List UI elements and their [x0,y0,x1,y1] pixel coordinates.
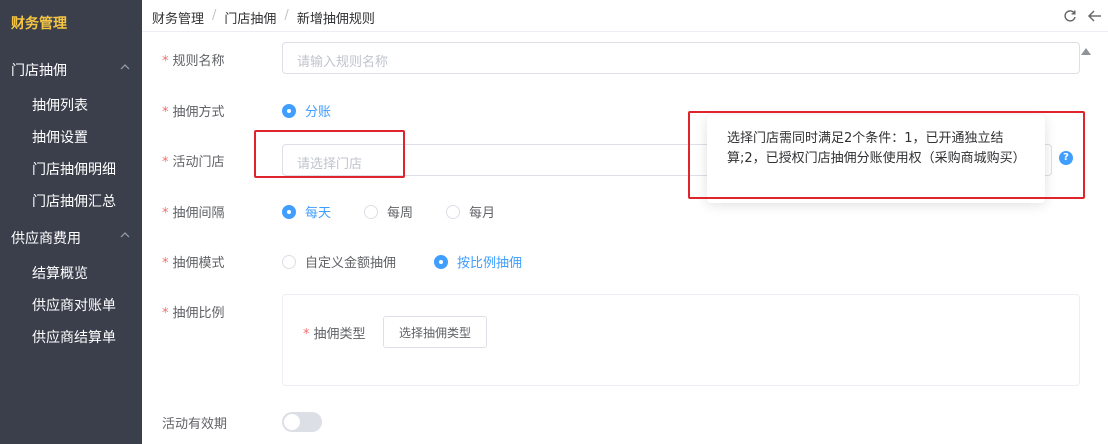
radio-dot [282,254,296,269]
sidebar-item-label: 抽佣列表 [32,98,88,114]
ratio-subform: * 抽佣类型 选择抽佣类型 [282,294,1080,386]
chevron-up-icon [120,64,130,70]
sidebar-item-store-commission-summary[interactable]: 门店抽佣汇总 [0,184,142,216]
sidebar-group-store-commission[interactable]: 门店抽佣 [0,52,142,86]
sidebar-item-supplier-settlement[interactable]: 供应商结算单 [0,320,142,352]
app-root: 财务管理 门店抽佣 抽佣列表 抽佣设置 门店抽佣明细 门店抽佣汇总 供应商费用 … [0,0,1108,444]
sidebar-item-settlement-overview[interactable]: 结算概览 [0,256,142,288]
breadcrumb-item-current: 新增抽佣规则 [296,12,375,27]
breadcrumb-item[interactable]: 财务管理 [152,8,204,27]
sidebar-item-supplier-statement[interactable]: 供应商对账单 [0,288,142,320]
mode-label: * 抽佣模式 [162,256,225,271]
top-header: 财务管理 / 门店抽佣 / 新增抽佣规则 [142,0,1108,32]
toggle-knob [284,414,300,430]
sidebar-group-label: 供应商费用 [11,231,81,247]
sidebar-item-commission-settings[interactable]: 抽佣设置 [0,120,142,152]
radio-label: 每月 [469,206,496,221]
method-radio-split[interactable]: 分账 [282,101,331,120]
refresh-icon[interactable] [1062,8,1078,24]
interval-label: * 抽佣间隔 [162,206,225,221]
sidebar-item-label: 门店抽佣明细 [32,162,116,178]
ratio-label: * 抽佣比例 [162,306,225,321]
required-asterisk: * [303,327,310,342]
interval-radio-weekly[interactable]: 每周 [364,202,413,221]
interval-radio-monthly[interactable]: 每月 [446,202,495,221]
sidebar-group-supplier-fees[interactable]: 供应商费用 [0,220,142,254]
method-label: * 抽佣方式 [162,105,225,120]
required-asterisk: * [162,306,169,321]
radio-dot [364,204,378,219]
required-asterisk: * [162,256,169,271]
annotation-highlight-box [688,111,1085,199]
radio-dot [282,204,296,219]
rule-name-label: * 规则名称 [162,54,225,69]
required-asterisk: * [162,155,169,170]
radio-dot [282,103,296,118]
sidebar-brand: 财务管理 [11,16,67,32]
back-arrow-icon[interactable] [1087,8,1103,24]
breadcrumb-separator: / [212,8,217,23]
radio-label: 自定义金额抽佣 [305,256,397,271]
radio-label: 分账 [305,105,332,120]
sidebar-item-store-commission-detail[interactable]: 门店抽佣明细 [0,152,142,184]
commission-type-label: * 抽佣类型 [303,327,366,342]
chevron-up-icon [120,232,130,238]
required-asterisk: * [162,105,169,120]
mode-radio-custom-amount[interactable]: 自定义金额抽佣 [282,252,396,271]
scroll-up-arrow-icon[interactable] [1081,48,1091,55]
radio-label: 每天 [305,206,332,221]
validity-label: 活动有效期 [162,417,228,432]
sidebar-item-label: 供应商对账单 [32,298,116,314]
required-asterisk: * [162,54,169,69]
interval-radio-daily[interactable]: 每天 [282,202,331,221]
radio-dot [446,204,460,219]
radio-dot [434,254,448,269]
breadcrumb-separator: / [284,8,289,23]
sidebar-item-label: 抽佣设置 [32,130,88,146]
select-commission-type-button[interactable]: 选择抽佣类型 [383,316,487,348]
annotation-highlight-box [254,130,405,178]
sidebar-item-label: 门店抽佣汇总 [32,194,116,210]
sidebar-item-commission-list[interactable]: 抽佣列表 [0,88,142,120]
radio-label: 按比例抽佣 [457,256,523,271]
required-asterisk: * [162,206,169,221]
rule-name-input[interactable]: 请输入规则名称 [282,42,1080,74]
form-panel: * 规则名称 请输入规则名称 * 抽佣方式 分账 * 活动门店 请选择门店 * 抽佣间隔… [142,32,1108,444]
sidebar-group-label: 门店抽佣 [11,63,67,79]
validity-toggle[interactable] [282,412,322,432]
sidebar: 财务管理 门店抽佣 抽佣列表 抽佣设置 门店抽佣明细 门店抽佣汇总 供应商费用 … [0,0,142,444]
sidebar-item-label: 结算概览 [32,266,88,282]
rule-name-placeholder: 请输入规则名称 [297,55,389,70]
store-label: * 活动门店 [162,155,225,170]
mode-radio-by-ratio[interactable]: 按比例抽佣 [434,252,522,271]
breadcrumb: 财务管理 / 门店抽佣 / 新增抽佣规则 [152,8,375,27]
radio-label: 每周 [387,206,414,221]
sidebar-item-label: 供应商结算单 [32,330,116,346]
breadcrumb-item[interactable]: 门店抽佣 [224,8,276,27]
